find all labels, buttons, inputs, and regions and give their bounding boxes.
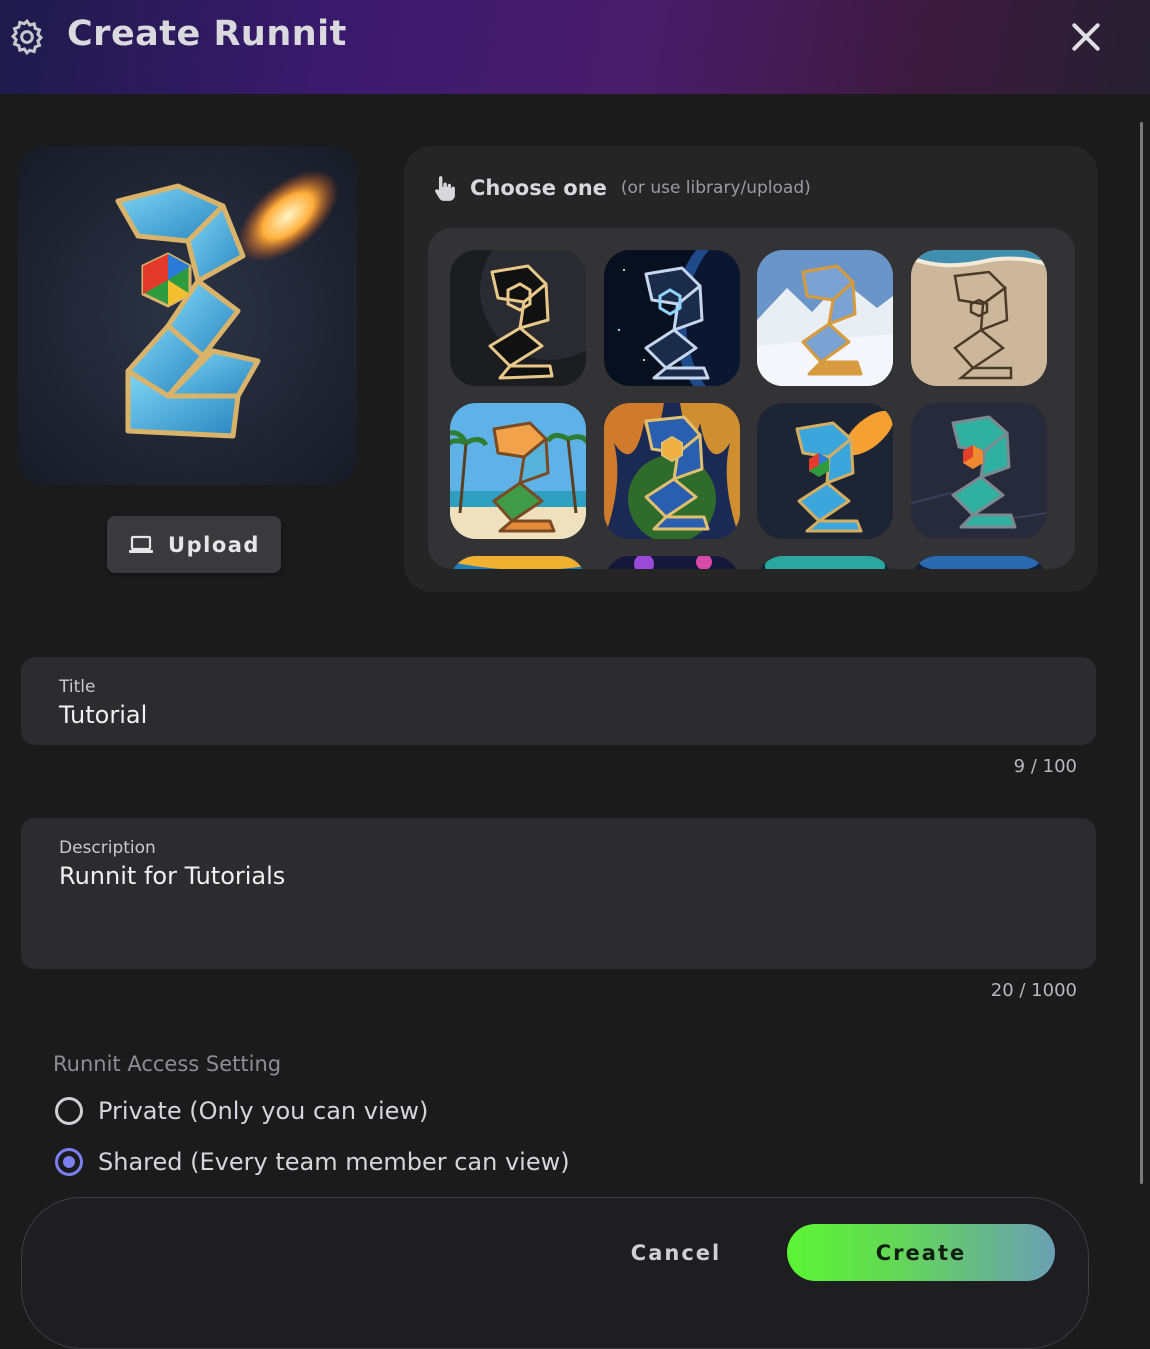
access-option-private-label: Private (Only you can view) (98, 1097, 429, 1125)
title-input[interactable]: Tutorial (59, 701, 147, 729)
title-field[interactable]: Title Tutorial (21, 657, 1096, 745)
close-icon[interactable] (1066, 17, 1106, 57)
image-chooser-panel: Choose one (or use library/upload) (404, 146, 1098, 592)
access-option-shared-label: Shared (Every team member can view) (98, 1148, 570, 1176)
thumbnail-grid[interactable] (428, 228, 1075, 569)
title-char-counter: 9 / 100 (1013, 756, 1077, 777)
thumbnail-option-4[interactable] (911, 250, 1047, 386)
dialog-header: Create Runnit (0, 0, 1150, 94)
description-field[interactable]: Description Runnit for Tutorials (21, 818, 1096, 969)
dialog-title: Create Runnit (67, 14, 347, 54)
laptop-icon (129, 535, 154, 553)
thumbnail-option-3[interactable] (757, 250, 893, 386)
radio-unselected-icon[interactable] (55, 1097, 83, 1125)
upload-label: Upload (168, 532, 260, 557)
pointer-hand-icon (435, 176, 455, 201)
create-button[interactable]: Create (787, 1224, 1055, 1281)
thumbnail-option-11[interactable] (757, 556, 893, 569)
thumbnail-option-7[interactable] (757, 403, 893, 539)
thumbnail-option-10[interactable] (604, 556, 740, 569)
thumbnail-option-12[interactable] (911, 556, 1047, 569)
scrollbar[interactable] (1140, 122, 1143, 1184)
description-input[interactable]: Runnit for Tutorials (59, 862, 285, 890)
thumbnail-option-1[interactable] (450, 250, 586, 386)
access-option-private[interactable]: Private (Only you can view) (55, 1097, 428, 1125)
chooser-hint: (or use library/upload) (620, 178, 811, 198)
runnit-preview-image (18, 146, 357, 485)
thumbnail-option-2[interactable] (604, 250, 740, 386)
thumbnail-option-5[interactable] (450, 403, 586, 539)
description-char-counter: 20 / 1000 (990, 980, 1077, 1001)
radio-selected-icon[interactable] (55, 1148, 83, 1176)
chooser-heading: Choose one (or use library/upload) (432, 174, 811, 202)
title-field-label: Title (59, 677, 96, 697)
thumbnail-option-6[interactable] (604, 403, 740, 539)
cancel-button[interactable]: Cancel (620, 1225, 732, 1281)
access-option-shared[interactable]: Shared (Every team member can view) (55, 1148, 570, 1176)
upload-button[interactable]: Upload (107, 516, 281, 573)
gear-icon (10, 18, 44, 56)
thumbnail-option-8[interactable] (911, 403, 1047, 539)
chooser-label: Choose one (470, 176, 607, 200)
description-field-label: Description (59, 838, 156, 858)
access-setting-label: Runnit Access Setting (53, 1052, 282, 1076)
thumbnail-option-9[interactable] (450, 556, 586, 569)
